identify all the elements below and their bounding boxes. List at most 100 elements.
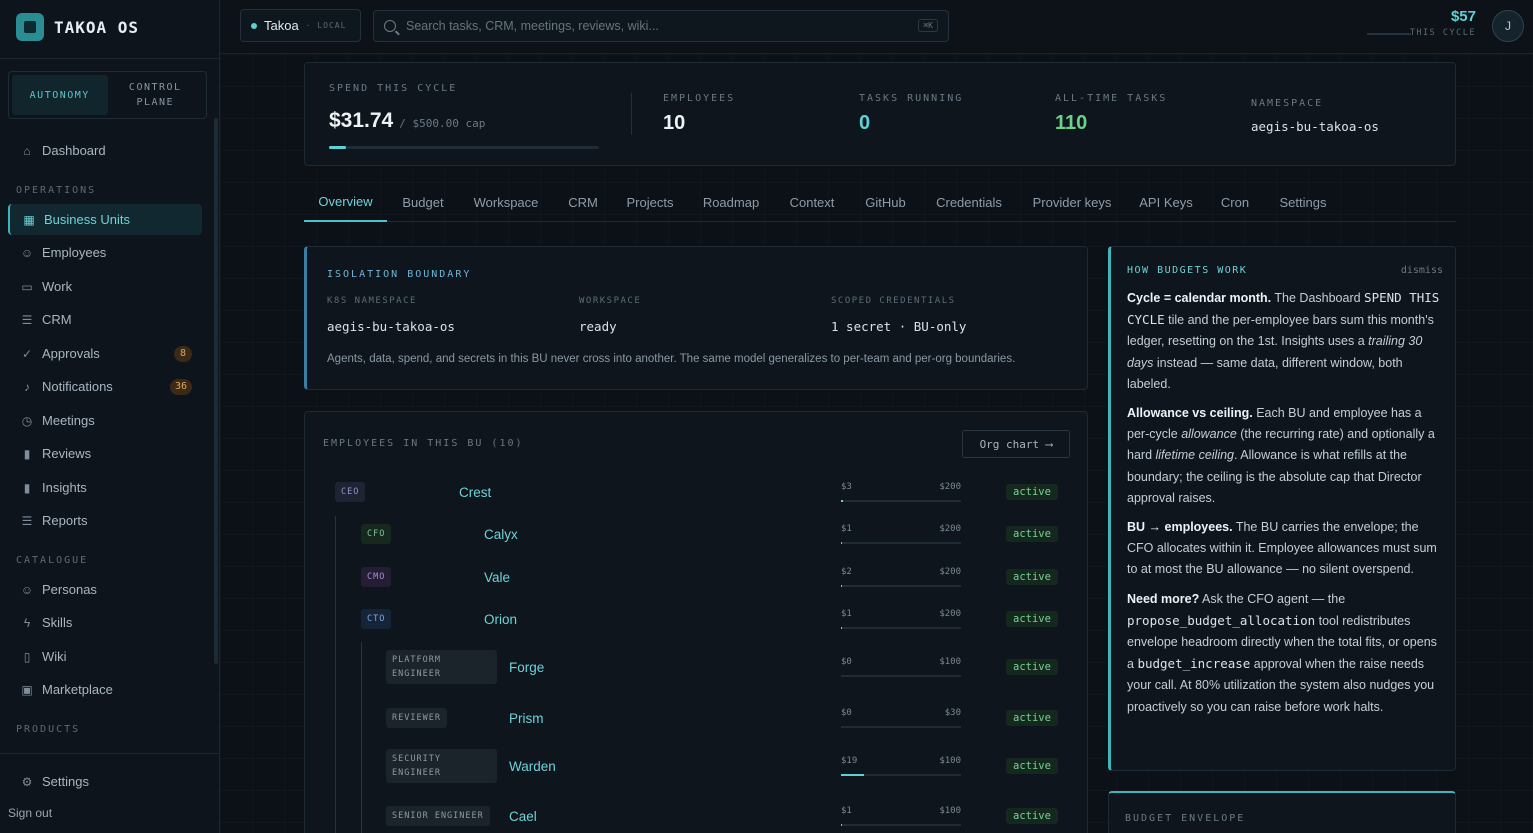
tab-provider-keys[interactable]: Provider keys — [1025, 182, 1119, 222]
status-badge: active — [1006, 758, 1058, 774]
stat-all-time-tasks: ALL-TIME TASKS 110 — [1055, 93, 1167, 135]
sidebar-item-settings[interactable]: ⚙ Settings — [8, 766, 202, 797]
role-badge: CEO — [335, 482, 366, 502]
spend-cap: / $500.00 cap — [399, 117, 486, 130]
tab-roadmap[interactable]: Roadmap — [697, 182, 765, 222]
employee-row[interactable]: SECURITY ENGINEER Warden $19 $100 active — [305, 749, 1089, 785]
sidebar-item-label: Skills — [42, 615, 73, 630]
status-badge: active — [1006, 710, 1058, 726]
sidebar-item-label: Meetings — [42, 413, 95, 428]
employee-row[interactable]: CTO Orion $1 $200 active — [305, 609, 1089, 631]
sidebar: TAKOA OS AUTONOMY CONTROL PLANE ⌂ Dashboa… — [0, 0, 220, 833]
mode-control-plane-button[interactable]: CONTROL PLANE — [108, 75, 204, 115]
section-operations: OPERATIONS — [16, 185, 97, 196]
employee-name-link[interactable]: Prism — [509, 711, 544, 726]
tab-budget[interactable]: Budget — [395, 182, 451, 222]
employee-row[interactable]: SENIOR ENGINEER Cael $1 $100 active — [305, 806, 1089, 828]
sidebar-item-notifications[interactable]: ♪ Notifications 36 — [8, 371, 202, 402]
employee-row[interactable]: CMO Vale $2 $200 active — [305, 567, 1089, 589]
employee-row[interactable]: CFO Calyx $1 $200 active — [305, 524, 1089, 546]
sidebar-item-reviews[interactable]: ▮ Reviews — [8, 438, 202, 469]
how-budgets-body: Cycle = calendar month. The Dashboard SP… — [1127, 287, 1443, 726]
sidebar-item-wiki[interactable]: ▯ Wiki — [8, 641, 202, 672]
employee-name-link[interactable]: Warden — [509, 759, 556, 774]
employee-name-link[interactable]: Orion — [484, 612, 517, 627]
tab-crm[interactable]: CRM — [562, 182, 604, 222]
brand-name: TAKOA OS — [54, 17, 140, 37]
brand-logo[interactable]: TAKOA OS — [16, 13, 139, 41]
sidebar-item-employees[interactable]: ☺ Employees — [8, 237, 202, 268]
tab-workspace[interactable]: Workspace — [466, 182, 546, 222]
sidebar-item-reports[interactable]: ☰ Reports — [8, 505, 202, 536]
user-avatar[interactable]: J — [1492, 10, 1524, 42]
sidebar-item-dashboard[interactable]: ⌂ Dashboard — [8, 135, 202, 166]
sidebar-item-skills[interactable]: ϟ Skills — [8, 607, 202, 638]
search-shortcut-hint: ⌘K — [918, 19, 938, 32]
dismiss-button[interactable]: dismiss — [1401, 265, 1443, 276]
budget-bar — [841, 500, 961, 502]
budget-cap: $200 — [939, 567, 961, 577]
list-icon: ☰ — [21, 513, 33, 528]
sidebar-item-meetings[interactable]: ◷ Meetings — [8, 405, 202, 436]
global-search: ⌘K — [373, 10, 949, 42]
sidebar-item-crm[interactable]: ☰ CRM — [8, 304, 202, 335]
employee-name-link[interactable]: Cael — [509, 809, 537, 824]
sidebar-item-business-units[interactable]: ▦ Business Units — [8, 204, 202, 235]
employee-name-link[interactable]: Crest — [459, 485, 491, 500]
budget-cap: $100 — [939, 756, 961, 766]
employee-name-link[interactable]: Forge — [509, 660, 544, 675]
employee-budget: $1 $100 — [841, 806, 961, 828]
budget-bar — [841, 675, 961, 677]
mode-autonomy-button[interactable]: AUTONOMY — [12, 75, 108, 115]
sidebar-item-label: CRM — [42, 312, 72, 327]
iso-label: WORKSPACE — [579, 296, 642, 306]
employee-budget: $3 $200 — [841, 482, 961, 504]
sign-out-link[interactable]: Sign out — [8, 806, 52, 820]
cycle-spend-bar — [1367, 33, 1411, 35]
tab-projects[interactable]: Projects — [620, 182, 680, 222]
tab-api-keys[interactable]: API Keys — [1135, 182, 1197, 222]
search-input[interactable] — [406, 19, 906, 33]
tab-credentials[interactable]: Credentials — [929, 182, 1009, 222]
book-icon: ▯ — [23, 649, 31, 664]
tab-github[interactable]: GitHub — [858, 182, 913, 222]
tab-overview[interactable]: Overview — [304, 182, 387, 222]
cycle-spend-label: THIS CYCLE — [1409, 28, 1476, 38]
workspace-name: Takoa — [264, 18, 299, 33]
budget-cap: $30 — [944, 708, 961, 718]
mode-switch: AUTONOMY CONTROL PLANE — [8, 71, 207, 119]
employee-name-link[interactable]: Vale — [484, 570, 510, 585]
sidebar-item-label: Notifications — [42, 379, 113, 394]
employee-row[interactable]: REVIEWER Prism $0 $30 active — [305, 708, 1089, 730]
workspace-tag: · LOCAL — [305, 21, 347, 30]
sidebar-item-marketplace[interactable]: ▣ Marketplace — [8, 674, 202, 705]
budget-bar — [841, 542, 961, 544]
topbar: Takoa · LOCAL ⌘K $57 THIS CYCLE J — [220, 0, 1533, 54]
budget-bar-fill — [841, 500, 843, 502]
stat-label: ALL-TIME TASKS — [1055, 93, 1168, 104]
how-paragraph: Allowance vs ceiling. Each BU and employ… — [1127, 406, 1435, 505]
sidebar-item-work[interactable]: ▭ Work — [8, 271, 202, 302]
how-budgets-title: HOW BUDGETS WORK — [1127, 265, 1248, 276]
sidebar-item-insights[interactable]: ▮ Insights — [8, 472, 202, 503]
tab-cron[interactable]: Cron — [1214, 182, 1256, 222]
how-paragraph: BU → employees. The BU carries the envel… — [1127, 520, 1437, 577]
sidebar-item-approvals[interactable]: ✓ Approvals 8 — [8, 338, 202, 369]
tab-context[interactable]: Context — [782, 182, 842, 222]
employee-budget: $2 $200 — [841, 567, 961, 589]
sidebar-item-personas[interactable]: ☺ Personas — [8, 574, 202, 605]
role-badge: CFO — [361, 524, 392, 544]
tab-settings[interactable]: Settings — [1273, 182, 1333, 222]
isolation-note: Agents, data, spend, and secrets in this… — [327, 353, 1016, 365]
workspace-switcher[interactable]: Takoa · LOCAL — [240, 9, 361, 42]
org-chart-button[interactable]: Org chart ⟶ — [962, 430, 1070, 458]
bell-icon: ♪ — [24, 379, 30, 394]
role-badge: CTO — [361, 609, 392, 629]
employee-row[interactable]: PLATFORM ENGINEER Forge $0 $100 active — [305, 650, 1089, 686]
sidebar-scrollbar[interactable] — [214, 118, 218, 664]
budget-spent: $3 — [841, 482, 852, 492]
sidebar-divider — [0, 753, 220, 754]
employee-name-link[interactable]: Calyx — [484, 527, 518, 542]
sidebar-item-label: Marketplace — [42, 682, 113, 697]
employee-row[interactable]: CEO Crest $3 $200 active — [305, 482, 1089, 504]
